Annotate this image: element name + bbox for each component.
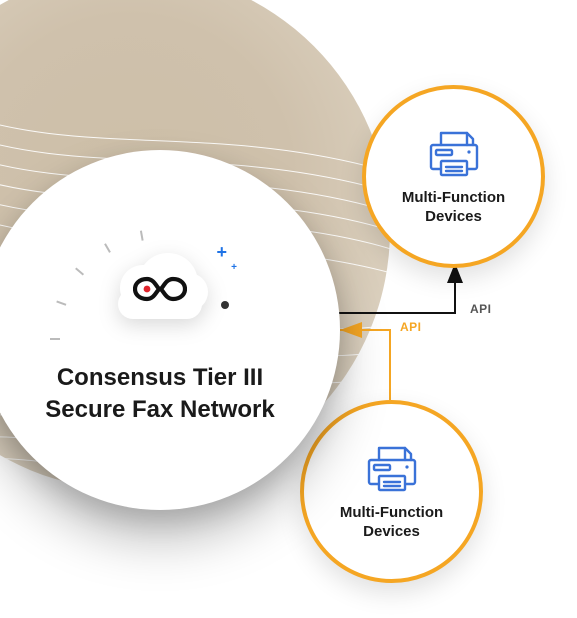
printer-icon <box>425 127 483 179</box>
dial-knob <box>221 301 229 309</box>
label-line-2: Devices <box>363 523 420 540</box>
device-top-label: Multi-Function Devices <box>402 189 505 227</box>
device-node-bottom: Multi-Function Devices <box>300 400 483 583</box>
cloud-icon <box>110 259 210 319</box>
infinity-logo-icon <box>110 259 210 319</box>
diagram-stage: API API + + <box>0 0 577 618</box>
label-line-2: Devices <box>425 208 482 225</box>
printer-icon <box>363 442 421 494</box>
label-line-1: Multi-Function <box>402 189 505 206</box>
api-label-orange: API <box>400 320 422 334</box>
plus-icon-small: + <box>231 262 237 273</box>
main-node-title: Consensus Tier III Secure Fax Network <box>45 362 274 427</box>
title-line-1: Consensus Tier III <box>57 364 263 391</box>
plus-icon: + <box>216 242 227 263</box>
main-network-node: + + Consensus Tier III Secure Fax Networ… <box>0 150 340 510</box>
label-line-1: Multi-Function <box>340 504 443 521</box>
api-label-dark: API <box>470 302 492 316</box>
title-line-2: Secure Fax Network <box>45 396 274 423</box>
cloud-logo-wrap: + + <box>85 234 235 344</box>
device-bottom-label: Multi-Function Devices <box>340 504 443 542</box>
device-node-top: Multi-Function Devices <box>362 85 545 268</box>
